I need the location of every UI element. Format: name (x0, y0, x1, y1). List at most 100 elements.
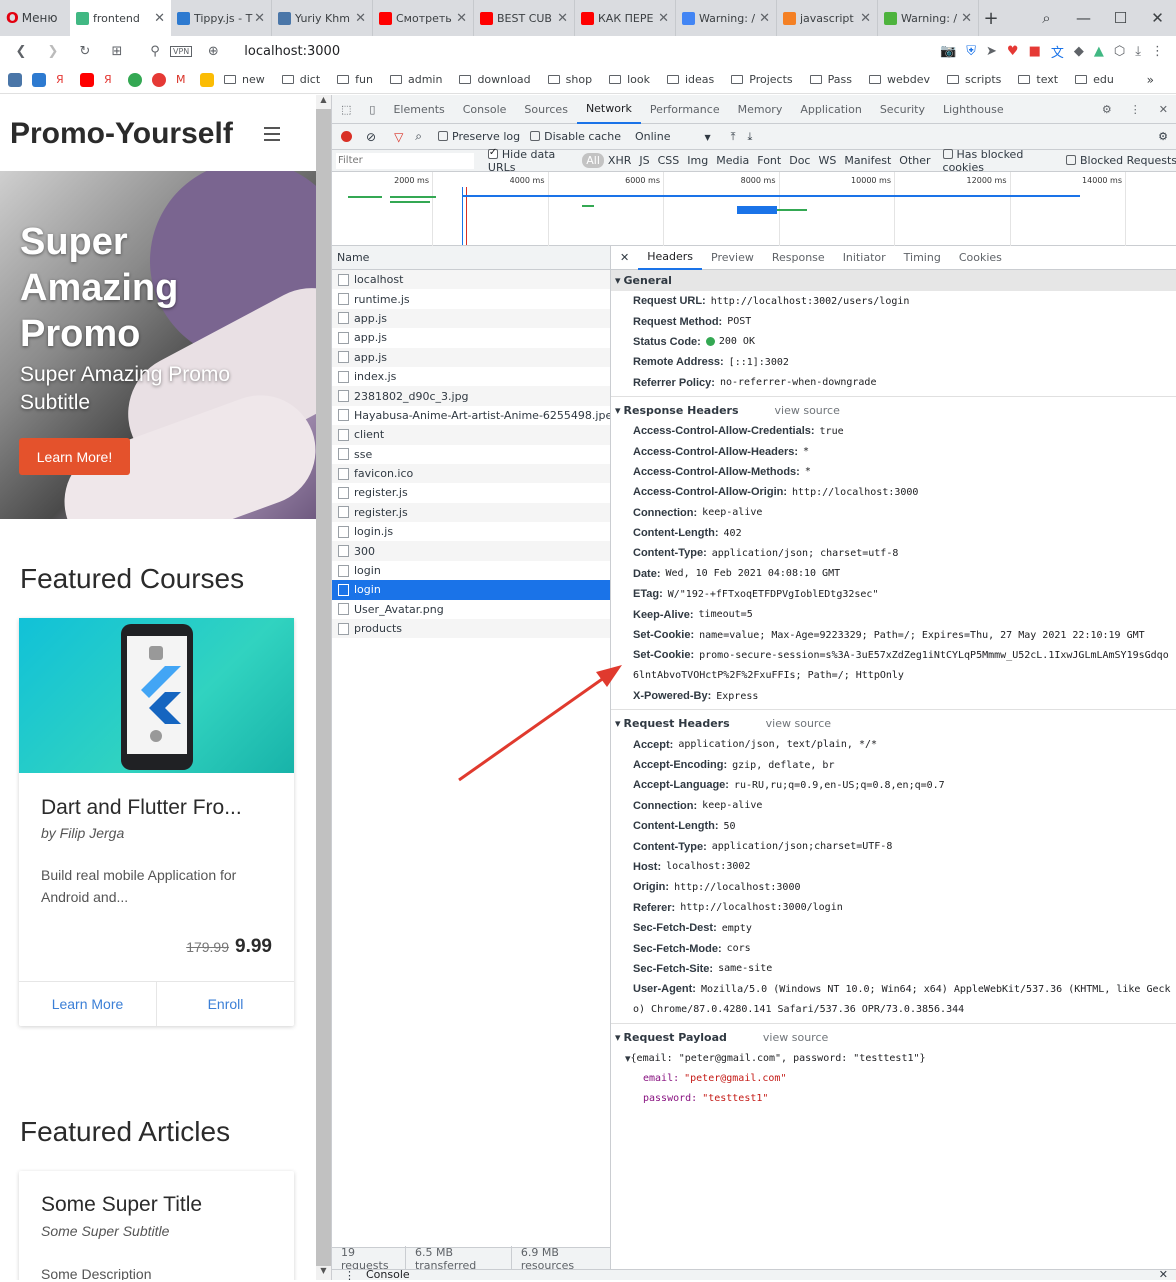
course-image[interactable] (19, 618, 294, 773)
bookmark-folder-webdev[interactable]: webdev (868, 73, 930, 86)
filter-type-other[interactable]: Other (895, 153, 934, 168)
search-tabs-icon[interactable]: ⌕ (1028, 9, 1065, 27)
bookmark-folder-new[interactable]: new (224, 73, 265, 86)
network-settings-gear-icon[interactable]: ⚙ (1158, 130, 1168, 143)
reload-icon[interactable]: ↻ (74, 44, 96, 59)
extension-icon[interactable]: ■ (1029, 44, 1041, 59)
tab-memory[interactable]: Memory (729, 95, 792, 124)
tab-close-icon[interactable]: ✕ (154, 11, 165, 26)
bookmark-folder-admin[interactable]: admin (389, 73, 442, 86)
filter-type-font[interactable]: Font (753, 153, 785, 168)
request-row[interactable]: User_Avatar.png (332, 600, 610, 619)
request-row[interactable]: register.js (332, 483, 610, 502)
chat-bookmark-icon[interactable] (32, 72, 46, 87)
key-icon[interactable]: ⚲ (144, 44, 166, 59)
camera-icon[interactable]: 📷 (940, 44, 956, 59)
url-input[interactable]: localhost:3000 (244, 44, 340, 59)
disable-cache-checkbox[interactable]: Disable cache (530, 130, 621, 143)
scroll-down-icon[interactable]: ▼ (316, 1266, 331, 1280)
export-har-icon[interactable]: ⤓ (748, 130, 753, 144)
detail-tab-preview[interactable]: Preview (702, 246, 763, 270)
blocked-requests-checkbox[interactable]: Blocked Requests (1065, 154, 1176, 167)
request-row[interactable]: favicon.ico (332, 463, 610, 484)
bookmark-folder-Pass[interactable]: Pass (809, 73, 852, 86)
search-icon[interactable]: ⌕ (415, 129, 422, 144)
more-menu-icon[interactable]: ⋮ (1151, 44, 1164, 59)
scroll-up-icon[interactable]: ▲ (316, 95, 331, 109)
gmail-bookmark-icon[interactable]: M (176, 72, 190, 87)
enroll-button[interactable]: Enroll (156, 982, 294, 1026)
new-tab-button[interactable]: + (979, 8, 1003, 29)
tab-network[interactable]: Network (576, 95, 641, 124)
heart-icon[interactable]: ♥ (1007, 44, 1019, 59)
article-title[interactable]: Some Super Title (41, 1193, 202, 1217)
request-row[interactable]: runtime.js (332, 289, 610, 308)
tab-close-icon[interactable]: ✕ (557, 11, 568, 26)
filter-type-manifest[interactable]: Manifest (840, 153, 895, 168)
tab-close-icon[interactable]: ✕ (254, 11, 265, 26)
tab-close-icon[interactable]: ✕ (860, 11, 871, 26)
bookmark-folder-Projects[interactable]: Projects (731, 73, 793, 86)
course-title[interactable]: Dart and Flutter Fro... (41, 796, 242, 820)
vk-bookmark-icon[interactable] (8, 72, 22, 87)
request-row[interactable]: register.js (332, 502, 610, 523)
detail-tab-cookies[interactable]: Cookies (950, 246, 1011, 270)
view-source-link[interactable]: view source (766, 717, 831, 730)
detail-tab-headers[interactable]: Headers (638, 246, 703, 270)
bookmark-folder-ideas[interactable]: ideas (666, 73, 714, 86)
import-har-icon[interactable]: ⤒ (731, 130, 736, 144)
hide-data-urls-checkbox[interactable]: Hide data URLs (487, 147, 578, 174)
minimize-button[interactable]: — (1065, 9, 1102, 27)
detail-tab-response[interactable]: Response (763, 246, 834, 270)
yandex-red-bookmark-icon[interactable]: Я (104, 72, 118, 87)
tab-close-icon[interactable]: ✕ (456, 11, 467, 26)
more-bookmarks-icon[interactable]: » (1147, 73, 1154, 87)
throttling-select[interactable]: Online ▼ (635, 130, 711, 143)
close-drawer-icon[interactable]: ✕ (1159, 1268, 1168, 1281)
tab-security[interactable]: Security (871, 95, 934, 124)
request-row[interactable]: Hayabusa-Anime-Art-artist-Anime-6255498.… (332, 406, 610, 425)
request-row[interactable]: app.js (332, 308, 610, 329)
request-row[interactable]: localhost (332, 270, 610, 290)
filter-type-js[interactable]: JS (635, 153, 653, 168)
opera-menu-button[interactable]: O Меню (0, 9, 70, 27)
filter-type-xhr[interactable]: XHR (604, 153, 635, 168)
name-column-header[interactable]: Name (332, 246, 610, 270)
bookmark-folder-dict[interactable]: dict (281, 73, 320, 86)
request-row[interactable]: app.js (332, 328, 610, 347)
browser-tab-4[interactable]: BEST CUB ✕ (474, 0, 575, 36)
view-source-link[interactable]: view source (775, 404, 840, 417)
console-drawer-bar[interactable]: ⋮ Console ✕ (332, 1268, 1176, 1282)
maximize-button[interactable]: ☐ (1102, 9, 1139, 27)
inspect-element-icon[interactable]: ⬚ (332, 95, 360, 124)
record-icon[interactable] (341, 131, 352, 142)
vpn-badge[interactable]: VPN (170, 45, 193, 57)
stack-icon[interactable]: ◆ (1074, 44, 1084, 59)
request-headers-section[interactable]: ▾ Request Headers view source (611, 713, 1176, 734)
youtube-bookmark-icon[interactable] (80, 72, 94, 87)
bookmark-folder-look[interactable]: look (609, 73, 650, 86)
close-window-button[interactable]: ✕ (1139, 9, 1176, 27)
shield-icon[interactable]: ⛨ (966, 44, 976, 59)
download-icon[interactable]: ⤓ (1135, 44, 1141, 59)
request-payload-section[interactable]: ▾ Request Payload view source (611, 1027, 1176, 1048)
filter-type-img[interactable]: Img (683, 153, 712, 168)
request-row[interactable]: sse (332, 445, 610, 464)
yandex-bookmark-icon[interactable]: Я (56, 72, 70, 87)
request-row[interactable]: login (332, 580, 610, 600)
browser-tab-6[interactable]: Warning: / ✕ (676, 0, 777, 36)
page-scrollbar[interactable]: ▲ ▼ (316, 95, 331, 1280)
browser-tab-2[interactable]: Yuriy Khm ✕ (272, 0, 373, 36)
payload-summary[interactable]: ▾ {email: "peter@gmail.com", password: "… (611, 1048, 1176, 1068)
filter-icon[interactable]: ▽ (394, 130, 403, 144)
request-row[interactable]: app.js (332, 347, 610, 367)
filter-type-media[interactable]: Media (712, 153, 753, 168)
cube-icon[interactable]: ⬡ (1114, 44, 1125, 59)
tab-elements[interactable]: Elements (384, 95, 453, 124)
hero-learn-more-button[interactable]: Learn More! (19, 438, 130, 475)
tab-console[interactable]: Console (454, 95, 516, 124)
bookmark-folder-text[interactable]: text (1018, 73, 1058, 86)
clear-icon[interactable]: ⊘ (366, 130, 376, 144)
has-blocked-cookies-checkbox[interactable]: Has blocked cookies (942, 148, 1058, 174)
tab-close-icon[interactable]: ✕ (759, 11, 770, 26)
